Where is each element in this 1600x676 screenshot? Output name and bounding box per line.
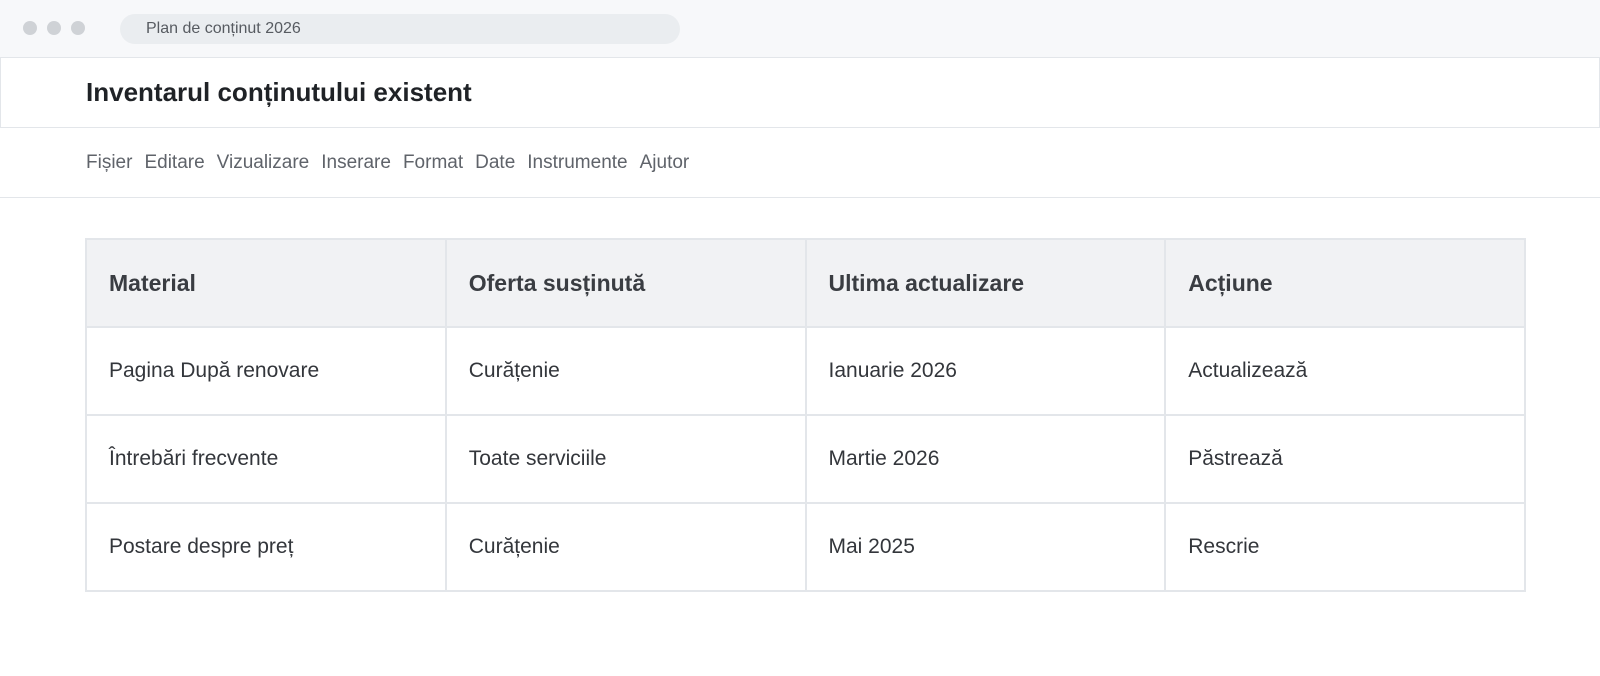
table-row: Întrebări frecvente Toate serviciile Mar… <box>85 414 1526 504</box>
window-close-dot[interactable] <box>23 21 37 35</box>
table-header-row: Material Oferta susținută Ultima actuali… <box>85 238 1526 328</box>
window-controls <box>23 21 85 35</box>
table-cell[interactable]: Martie 2026 <box>804 414 1167 504</box>
document-title: Inventarul conținutului existent <box>86 77 472 107</box>
menu-bar: Fișier Editare Vizualizare Inserare Form… <box>0 128 1600 198</box>
table-cell[interactable]: Toate serviciile <box>444 414 807 504</box>
table-cell[interactable]: Păstrează <box>1164 414 1526 504</box>
address-bar[interactable]: Plan de conținut 2026 <box>120 14 680 44</box>
table-cell[interactable]: Întrebări frecvente <box>85 414 447 504</box>
table-cell[interactable]: Curățenie <box>444 326 807 416</box>
table-cell[interactable]: Mai 2025 <box>804 502 1167 592</box>
menu-insert[interactable]: Inserare <box>321 152 391 174</box>
table-cell[interactable]: Ianuarie 2026 <box>804 326 1167 416</box>
column-header-last-update[interactable]: Ultima actualizare <box>804 238 1167 328</box>
menu-file[interactable]: Fișier <box>86 152 132 174</box>
column-header-material[interactable]: Material <box>85 238 447 328</box>
window-maximize-dot[interactable] <box>71 21 85 35</box>
menu-tools[interactable]: Instrumente <box>527 152 627 174</box>
menu-format[interactable]: Format <box>403 152 463 174</box>
document-content: Material Oferta susținută Ultima actuali… <box>0 198 1600 592</box>
table-cell[interactable]: Postare despre preț <box>85 502 447 592</box>
content-inventory-table: Material Oferta susținută Ultima actuali… <box>85 238 1526 592</box>
table-row: Pagina După renovare Curățenie Ianuarie … <box>85 326 1526 416</box>
menu-help[interactable]: Ajutor <box>640 152 690 174</box>
table-cell[interactable]: Rescrie <box>1164 502 1526 592</box>
column-header-offer[interactable]: Oferta susținută <box>444 238 807 328</box>
table-row: Postare despre preț Curățenie Mai 2025 R… <box>85 502 1526 592</box>
column-header-action[interactable]: Acțiune <box>1164 238 1526 328</box>
document-header: Inventarul conținutului existent <box>0 58 1600 128</box>
browser-bar: Plan de conținut 2026 <box>0 0 1600 58</box>
menu-data[interactable]: Date <box>475 152 515 174</box>
table-cell[interactable]: Curățenie <box>444 502 807 592</box>
menu-view[interactable]: Vizualizare <box>217 152 310 174</box>
table-cell[interactable]: Pagina După renovare <box>85 326 447 416</box>
table-cell[interactable]: Actualizează <box>1164 326 1526 416</box>
menu-edit[interactable]: Editare <box>144 152 204 174</box>
window-minimize-dot[interactable] <box>47 21 61 35</box>
